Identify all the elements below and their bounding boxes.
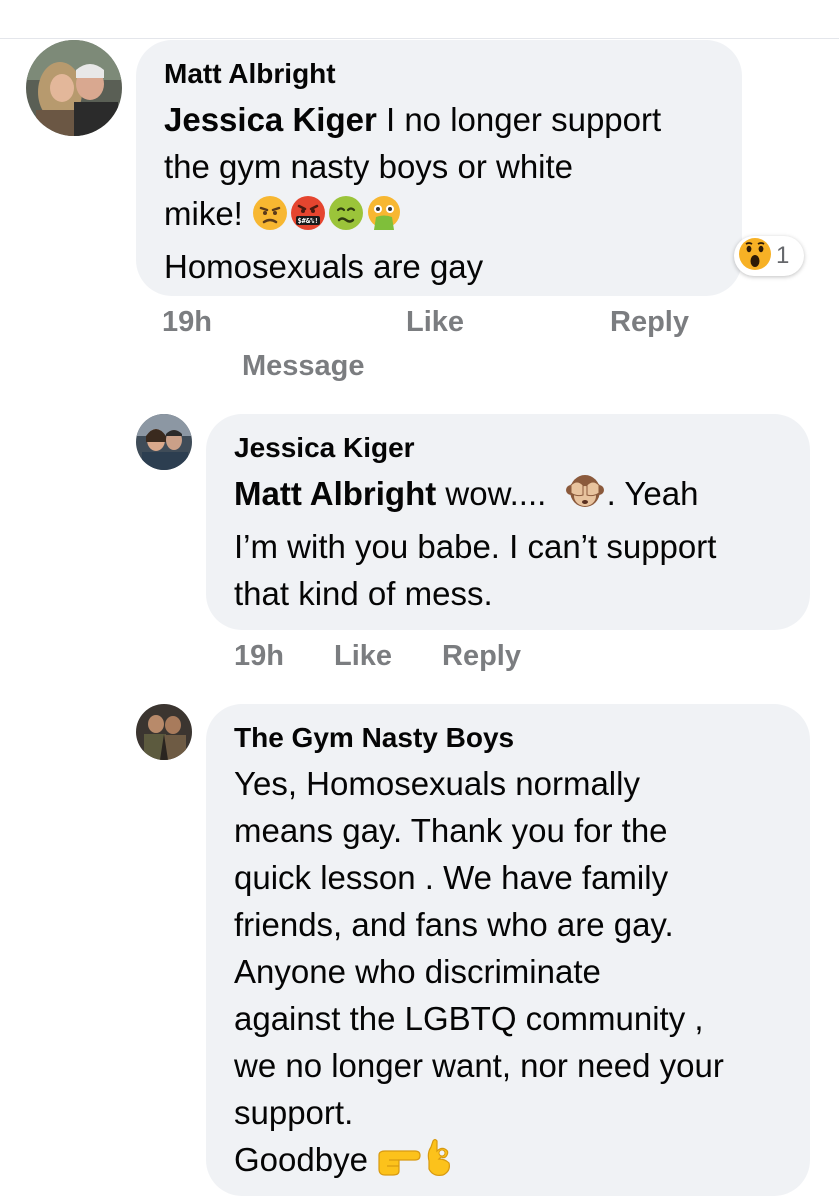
mention-link[interactable]: Matt Albright [234, 475, 436, 512]
vomiting-face-icon [366, 195, 402, 243]
comment-timestamp[interactable]: 19h [234, 640, 284, 673]
comment-bubble-the-gym-nasty-boys[interactable]: The Gym Nasty Boys Yes, Homosexuals norm… [206, 704, 810, 1196]
cursing-face-icon: $#&%! [290, 195, 326, 243]
mention-link[interactable]: Jessica Kiger [164, 101, 377, 138]
like-button[interactable]: Like [334, 640, 392, 673]
comment-bubble-matt-albright[interactable]: Matt Albright Jessica Kiger I no longer … [136, 40, 742, 296]
message-button[interactable]: Message [242, 350, 365, 383]
comment-bubble-jessica-kiger[interactable]: Jessica Kiger Matt Albright wow.... . Ye… [206, 414, 810, 630]
reply-button[interactable]: Reply [442, 640, 521, 673]
see-no-evil-monkey-icon [565, 471, 605, 523]
reaction-summary[interactable]: 1 [734, 236, 804, 276]
comment-text: Jessica Kiger I no longer support the gy… [164, 101, 662, 285]
reaction-count: 1 [776, 242, 790, 269]
wow-reaction-icon [738, 237, 772, 276]
comment-author[interactable]: The Gym Nasty Boys [234, 720, 786, 756]
comment-author[interactable]: Jessica Kiger [234, 430, 786, 466]
backhand-index-pointing-right-icon [377, 1141, 421, 1189]
comment-text: Matt Albright wow.... . Yeah I’m with yo… [234, 470, 786, 617]
nauseated-face-icon [328, 195, 364, 243]
reply-button[interactable]: Reply [610, 306, 689, 339]
avatar-the-gym-nasty-boys[interactable] [136, 704, 192, 760]
like-button[interactable]: Like [406, 306, 464, 339]
comment-text: Yes, Homosexuals normally means gay. Tha… [234, 760, 786, 1189]
cropped-header [0, 0, 839, 39]
avatar-matt-albright[interactable] [26, 40, 122, 136]
angry-face-icon [252, 195, 288, 243]
svg-text:$#&%!: $#&%! [297, 217, 318, 225]
comment-timestamp[interactable]: 19h [162, 306, 212, 339]
comment-author[interactable]: Matt Albright [164, 56, 712, 92]
avatar-jessica-kiger[interactable] [136, 414, 192, 470]
ok-hand-icon [423, 1137, 455, 1189]
